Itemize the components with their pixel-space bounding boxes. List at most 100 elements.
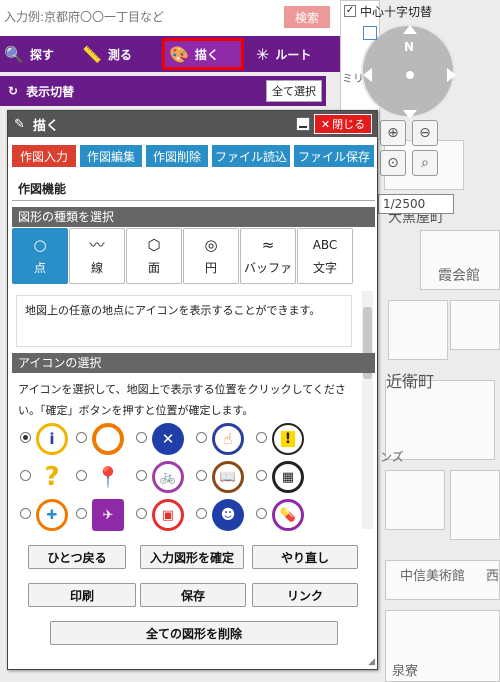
resize-handle-icon[interactable]: ◢: [368, 657, 375, 667]
pan-down-icon[interactable]: [403, 110, 417, 119]
map-block: [385, 470, 445, 530]
panel-title: 描く: [32, 118, 59, 134]
shape-polygon-button[interactable]: ⬡ 面: [126, 228, 182, 284]
mode-route-button[interactable]: ✳ ルート: [252, 38, 338, 70]
tab-draw-delete[interactable]: 作図削除: [146, 145, 208, 167]
map-label: 霞会館: [438, 268, 480, 284]
map-block: [450, 300, 500, 350]
icon-radio[interactable]: [20, 508, 31, 519]
confirm-shape-button[interactable]: 入力図形を確定: [140, 545, 244, 569]
mode-measure-button[interactable]: 📏 測る: [78, 38, 156, 70]
hospital-icon[interactable]: ✚: [36, 499, 68, 531]
icon-radio[interactable]: [256, 432, 267, 443]
tab-file-load[interactable]: ファイル読込: [212, 145, 290, 167]
question-icon[interactable]: ?: [36, 461, 68, 493]
face-icon[interactable]: ☻: [212, 499, 244, 531]
search-button[interactable]: 検索: [284, 6, 330, 28]
icon-radio[interactable]: [196, 508, 207, 519]
description-text: 地図上の任意の地点にアイコンを表示することができます。: [16, 295, 352, 347]
icon-radio[interactable]: [76, 470, 87, 481]
shape-circle-button[interactable]: ◎ 円: [183, 228, 239, 284]
pan-up-icon[interactable]: [403, 25, 417, 34]
map-label: 近衛町: [386, 372, 435, 391]
book-icon[interactable]: 📖: [212, 461, 244, 493]
mode-bar: 🔍 探す 📏 測る 🎨 描く ✳ ルート: [0, 36, 340, 72]
icon-radio[interactable]: [76, 432, 87, 443]
draw-panel: ✎ 描く ✕ 閉じる 作図入力 作図編集 作図削除 ファイル読込 ファイル保存 作…: [7, 110, 378, 670]
circle-icon[interactable]: [92, 423, 124, 455]
pin-icon[interactable]: 📍: [92, 461, 124, 493]
crosshair-label: 中心十字切替: [360, 4, 433, 19]
ruler-icon: 📏: [82, 44, 102, 64]
icon-radio[interactable]: [136, 432, 147, 443]
info-icon[interactable]: i: [36, 423, 68, 455]
shape-text-button[interactable]: ABC 文字: [297, 228, 353, 284]
map-label: 西: [486, 569, 500, 584]
save-button[interactable]: 保存: [140, 583, 246, 607]
calendar-icon[interactable]: ▦: [272, 461, 304, 493]
section-title: 作図機能: [12, 177, 375, 201]
zoom-out-icon[interactable]: ⊖: [412, 120, 438, 146]
toggle-label: 表示切替: [26, 84, 75, 99]
minimize-button[interactable]: [296, 117, 310, 131]
map-label: 泉寮: [392, 664, 419, 679]
shape-buffer-button[interactable]: ≈ バッファ: [240, 228, 296, 284]
mode-search-button[interactable]: 🔍 探す: [0, 38, 72, 70]
icon-radio[interactable]: [136, 470, 147, 481]
warning-icon[interactable]: !: [272, 423, 304, 455]
tab-file-save[interactable]: ファイル保存: [294, 145, 374, 167]
select-all-button[interactable]: 全て選択: [266, 80, 322, 102]
building-icon[interactable]: ▣: [152, 499, 184, 531]
circle-icon: ◎: [204, 236, 218, 254]
hand-icon[interactable]: ☝: [212, 423, 244, 455]
pan-left-icon[interactable]: [363, 68, 372, 82]
section-header: 図形の種類を選択: [12, 207, 375, 227]
crosshair-toggle[interactable]: ✓ 中心十字切替: [344, 2, 432, 20]
search-icon: 🔍: [4, 44, 24, 64]
close-icon: ✕: [320, 117, 331, 131]
icon-radio[interactable]: [136, 508, 147, 519]
icon-radio[interactable]: [256, 508, 267, 519]
icon-radio[interactable]: [20, 432, 31, 443]
pen-icon: ✎: [14, 116, 25, 132]
undo-button[interactable]: ひとつ戻る: [28, 545, 126, 569]
close-button[interactable]: ✕ 閉じる: [314, 114, 372, 134]
pan-right-icon[interactable]: [447, 68, 456, 82]
polygon-icon: ⬡: [147, 236, 161, 254]
shape-line-button[interactable]: 〰線: [69, 228, 125, 284]
refresh-icon: ↻: [8, 84, 19, 98]
shape-point-button[interactable]: ○ 点: [12, 228, 68, 284]
print-button[interactable]: 印刷: [28, 583, 136, 607]
scale-display: 1/2500: [378, 194, 454, 214]
section-header: アイコンの選択: [12, 353, 375, 373]
link-button[interactable]: リンク: [252, 583, 358, 607]
pills-icon[interactable]: 💊: [272, 499, 304, 531]
point-icon: ○: [33, 236, 47, 254]
icon-grid: i ✕ ☝ ! ? 📍 🚲 📖 ▦ ✚ ✈ ▣ ☻ 💊: [20, 423, 360, 531]
icon-radio[interactable]: [196, 470, 207, 481]
helicopter-icon[interactable]: ✈: [92, 499, 124, 531]
tab-draw-input[interactable]: 作図入力: [12, 145, 76, 167]
checkbox-icon[interactable]: ✓: [344, 5, 356, 17]
mode-draw-button[interactable]: 🎨 描く: [162, 38, 244, 70]
bicycle-icon[interactable]: 🚲: [152, 461, 184, 493]
zoom-box-icon[interactable]: ⌕: [412, 150, 438, 176]
icon-radio[interactable]: [20, 470, 31, 481]
x-icon[interactable]: ✕: [152, 423, 184, 455]
icon-radio[interactable]: [76, 508, 87, 519]
map-label: ンズ: [380, 450, 404, 464]
text-icon: ABC: [312, 238, 338, 252]
buffer-icon: ≈: [261, 236, 275, 254]
expand-icon[interactable]: [363, 26, 377, 40]
north-label: N: [404, 40, 415, 54]
target-icon[interactable]: ⊙: [380, 150, 406, 176]
icon-radio[interactable]: [256, 470, 267, 481]
redo-button[interactable]: やり直し: [252, 545, 358, 569]
delete-all-button[interactable]: 全ての図形を削除: [50, 621, 338, 645]
palette-icon: 🎨: [169, 44, 189, 64]
tab-draw-edit[interactable]: 作図編集: [80, 145, 142, 167]
search-input[interactable]: [0, 4, 280, 30]
icon-radio[interactable]: [196, 432, 207, 443]
zoom-in-icon[interactable]: ⊕: [380, 120, 406, 146]
compass-center[interactable]: [406, 71, 414, 79]
